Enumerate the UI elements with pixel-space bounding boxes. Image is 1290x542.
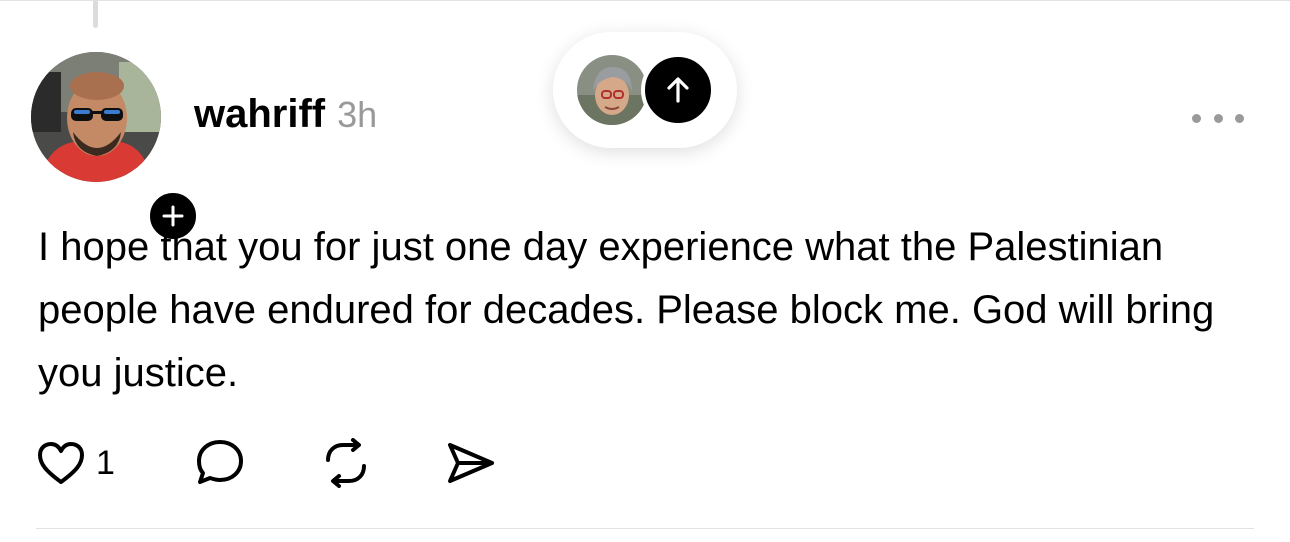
author-username[interactable]: wahriff: [194, 92, 325, 137]
repost-icon: [326, 438, 366, 488]
post-header: wahriff 3h: [194, 92, 377, 137]
share-button[interactable]: [444, 438, 498, 488]
ellipsis-icon-dot: [1192, 113, 1201, 123]
author-avatar-container[interactable]: [31, 52, 201, 244]
new-post-author-avatar: [577, 55, 647, 125]
more-options-button[interactable]: [1192, 108, 1244, 128]
send-icon: [448, 443, 494, 483]
author-avatar[interactable]: [31, 52, 161, 182]
reply-button[interactable]: [194, 438, 246, 488]
post-text: I hope that you for just one day experie…: [38, 225, 1215, 395]
new-post-avatar-image: [577, 55, 647, 125]
ellipsis-icon-dot: [1235, 113, 1244, 123]
post-timestamp: 3h: [337, 94, 378, 135]
scroll-to-new-button[interactable]: [641, 53, 715, 127]
heart-icon: [38, 442, 84, 484]
like-button[interactable]: 1: [36, 438, 115, 488]
new-posts-pill[interactable]: [553, 32, 737, 148]
author-avatar-image: [31, 52, 161, 182]
comment-icon: [197, 440, 243, 484]
bottom-divider: [36, 528, 1254, 529]
arrow-up-icon: [667, 77, 689, 103]
repost-button[interactable]: [320, 438, 372, 488]
like-count: 1: [96, 443, 115, 482]
thread-line: [93, 0, 98, 28]
top-divider: [0, 0, 1290, 1]
ellipsis-icon-dot: [1213, 113, 1223, 123]
